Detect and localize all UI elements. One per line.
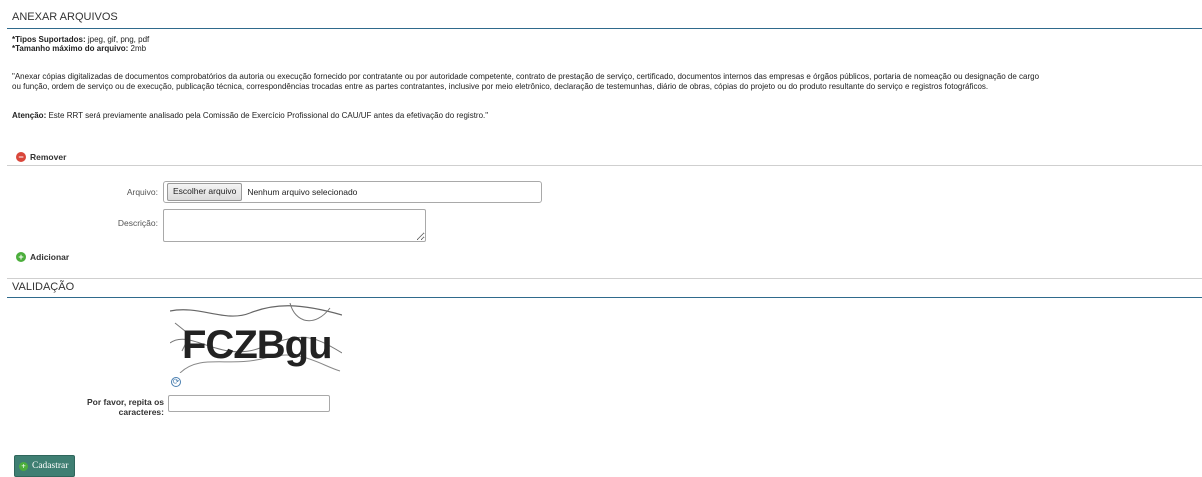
file-input[interactable]: Escolher arquivo Nenhum arquivo selecion… [163, 181, 542, 203]
description-textarea[interactable] [163, 209, 426, 242]
description-label: Descrição: [117, 218, 158, 228]
plus-circle-icon: + [19, 461, 28, 471]
file-status-text: Nenhum arquivo selecionado [247, 187, 358, 197]
max-file-size-value: 2mb [128, 44, 147, 53]
validacao-section-title: VALIDAÇÃO [7, 278, 1202, 298]
captcha-image: FCZBgu [169, 302, 343, 374]
supported-types-label: *Tipos Suportados: [12, 35, 86, 44]
minus-circle-icon: − [16, 152, 26, 162]
cadastrar-label: Cadastrar [32, 461, 69, 471]
add-label: Adicionar [30, 252, 70, 262]
choose-file-button[interactable]: Escolher arquivo [167, 183, 243, 201]
attention-label: Atenção: [12, 111, 47, 120]
captcha-prompt-line2: caracteres: [118, 407, 164, 417]
attention-text: Este RRT será previamente analisado pela… [46, 111, 489, 120]
plus-circle-icon: + [16, 252, 26, 262]
max-file-size: *Tamanho máximo do arquivo: 2mb [12, 44, 146, 54]
captcha-text: FCZBgu [182, 323, 332, 367]
file-label: Arquivo: [126, 187, 158, 197]
anexar-section-title: ANEXAR ARQUIVOS [7, 9, 1202, 29]
refresh-icon[interactable]: ⟳ [171, 377, 181, 387]
captcha-input[interactable] [168, 395, 330, 412]
validacao-title-text: VALIDAÇÃO [12, 281, 75, 293]
attachment-instructions-line1: "Anexar cópias digitalizadas de document… [12, 72, 1040, 81]
captcha-prompt: Por favor, repita os caracteres: [60, 397, 164, 417]
attachment-instructions-line2: ou função, ordem de serviço ou de execuç… [12, 82, 989, 91]
remove-button[interactable]: − Remover [16, 152, 66, 162]
anexar-title-text: ANEXAR ARQUIVOS [12, 11, 118, 23]
add-button[interactable]: + Adicionar [16, 252, 69, 262]
attention-notice: Atenção: Este RRT será previamente anali… [12, 111, 488, 121]
captcha-prompt-line1: Por favor, repita os [87, 397, 164, 407]
cadastrar-button[interactable]: + Cadastrar [14, 455, 76, 477]
supported-types-value: jpeg, gif, png, pdf [85, 35, 150, 44]
remove-bar [7, 149, 1202, 166]
remove-label: Remover [30, 152, 67, 162]
max-file-size-label: *Tamanho máximo do arquivo: [12, 44, 129, 53]
